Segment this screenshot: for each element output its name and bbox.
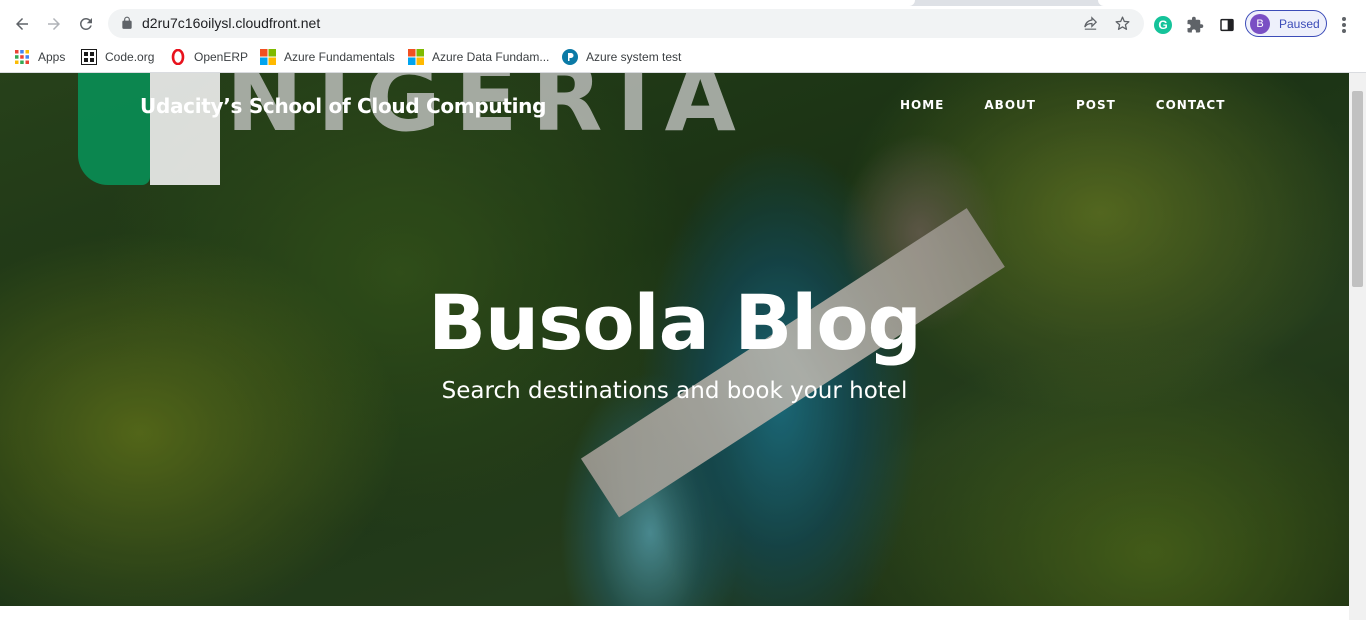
kebab-menu-icon[interactable]	[1336, 15, 1352, 35]
apps-grid-icon	[15, 50, 29, 64]
reload-button[interactable]	[71, 9, 101, 39]
grammarly-icon: G	[1154, 16, 1172, 34]
bookmark-azure-data-fundamentals[interactable]: Azure Data Fundam...	[408, 47, 549, 67]
bookmark-code-org[interactable]: Code.org	[81, 47, 154, 67]
side-panel-icon	[1220, 18, 1234, 32]
bookmarks-bar: Apps Code.org OpenERP Azure Fundamentals…	[0, 42, 1366, 73]
site-navigation: HOME ABOUT POST CONTACT	[900, 98, 1265, 112]
nav-post[interactable]: POST	[1076, 98, 1116, 112]
bookmark-label: Azure Fundamentals	[284, 50, 395, 64]
bookmark-label: Azure Data Fundam...	[432, 50, 550, 64]
bookmark-label: Azure system test	[586, 50, 682, 64]
forward-button[interactable]	[39, 9, 69, 39]
nigeria-flag-green	[78, 73, 150, 185]
nav-home[interactable]: HOME	[900, 98, 944, 112]
profile-status: Paused	[1279, 16, 1320, 31]
back-button[interactable]	[7, 9, 37, 39]
puzzle-icon	[1187, 16, 1204, 33]
bookmark-label: Code.org	[105, 50, 155, 64]
bookmark-label: Apps	[38, 50, 66, 64]
arrow-right-icon	[48, 18, 60, 30]
pearson-icon	[562, 49, 578, 65]
nav-about[interactable]: ABOUT	[984, 98, 1036, 112]
reload-icon	[79, 17, 92, 30]
arrow-left-icon	[16, 18, 28, 30]
url-text[interactable]: d2ru7c16oilysl.cloudfront.net	[142, 15, 320, 31]
bookmark-openerp[interactable]: OpenERP	[170, 47, 248, 67]
browser-toolbar: d2ru7c16oilysl.cloudfront.net G B Paused	[0, 6, 1366, 42]
hero-section: NIGERIA Udacity’s School of Cloud Comput…	[0, 73, 1349, 606]
hero-subtitle: Search destinations and book your hotel	[441, 378, 908, 404]
scrollbar-thumb[interactable]	[1352, 91, 1363, 287]
profile-button[interactable]: B Paused	[1245, 10, 1327, 37]
star-icon[interactable]	[1114, 15, 1131, 32]
code-org-icon	[81, 49, 97, 65]
bookmark-azure-system-test[interactable]: Azure system test	[562, 47, 681, 67]
share-icon[interactable]	[1082, 15, 1099, 32]
nav-contact[interactable]: CONTACT	[1156, 98, 1226, 112]
page-scrollbar[interactable]	[1349, 73, 1366, 620]
hero-title: Busola Blog	[428, 278, 922, 367]
page-below-hero	[0, 606, 1349, 620]
nigeria-flag-white	[150, 73, 220, 185]
grammarly-extension[interactable]: G	[1153, 15, 1173, 35]
bookmark-label: OpenERP	[194, 50, 249, 64]
site-brand-link[interactable]: Udacity’s School of Cloud Computing	[140, 94, 546, 118]
side-panel-button[interactable]	[1217, 15, 1237, 35]
extensions-button[interactable]	[1185, 15, 1205, 35]
bookmark-azure-fundamentals[interactable]: Azure Fundamentals	[260, 47, 395, 67]
lock-icon[interactable]	[120, 16, 134, 30]
microsoft-icon	[408, 49, 424, 65]
microsoft-icon	[260, 49, 276, 65]
bookmark-apps[interactable]: Apps	[14, 47, 65, 67]
avatar: B	[1250, 13, 1270, 34]
opera-icon	[171, 49, 185, 65]
address-bar[interactable]: d2ru7c16oilysl.cloudfront.net	[108, 9, 1144, 38]
